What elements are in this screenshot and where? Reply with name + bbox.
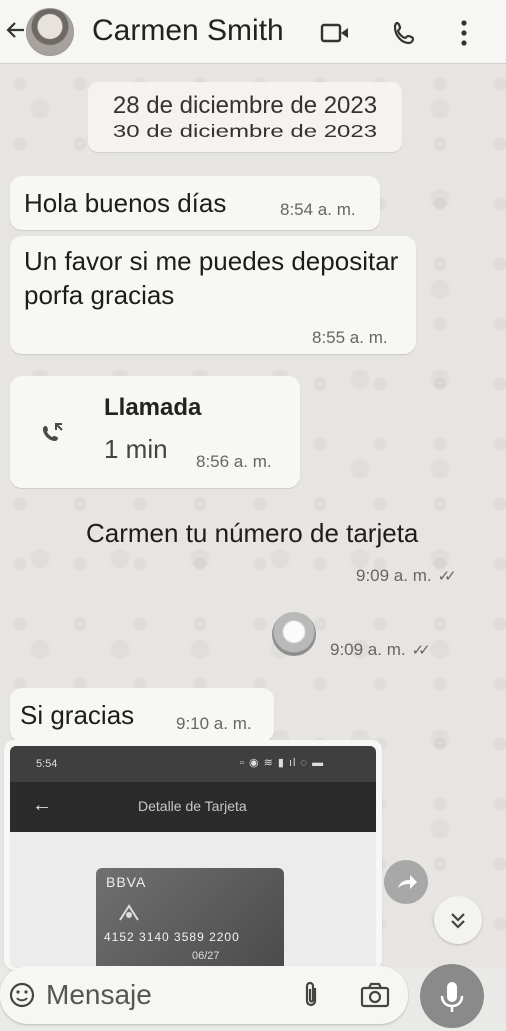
outgoing-message-text[interactable]: Carmen tu número de tarjeta [86, 518, 418, 549]
message-time: 8:56 a. m. [196, 452, 272, 471]
screenshot-back-icon: ← [32, 794, 52, 816]
message-text: Un favor si me puedes depositar porfa gr… [24, 246, 399, 310]
call-log-message[interactable]: Llamada 1 min 8:56 a. m. [10, 376, 300, 488]
message-time: 9:09 a. m. ✓✓ [330, 640, 431, 659]
screenshot-clock: 5:54 [36, 758, 58, 770]
status-icons: ▫ ◉ ≋ ▮ ıl ◌ ▬ [240, 757, 325, 769]
screenshot-status-bar: 5:54 ▫ ◉ ≋ ▮ ıl ◌ ▬ [10, 746, 376, 782]
card-brand: BBVA [106, 874, 147, 890]
bank-card: BBVA 4152 3140 3589 2200 06/27 [96, 868, 284, 968]
scroll-to-bottom-button[interactable] [434, 896, 482, 944]
paperclip-icon[interactable] [300, 980, 322, 1010]
date-label-ghost: 30 de diciembre de 2023 [112, 122, 378, 142]
more-options-icon[interactable] [458, 18, 470, 48]
screenshot-title: Detalle de Tarjeta [138, 798, 247, 814]
contact-name[interactable]: Carmen Smith [92, 14, 284, 48]
incoming-message[interactable]: Hola buenos días 8:54 a. m. [10, 176, 380, 230]
card-logo-icon [119, 904, 139, 921]
microphone-icon [440, 982, 464, 1012]
card-expiry: 06/27 [192, 950, 220, 962]
camera-icon[interactable] [360, 982, 390, 1008]
card-number: 4152 3140 3589 2200 [104, 930, 240, 944]
phone-icon[interactable] [392, 20, 418, 46]
chat-header: Carmen Smith [0, 0, 506, 64]
video-call-icon[interactable] [320, 22, 350, 44]
incoming-call-icon [43, 423, 63, 441]
screenshot-app-bar: ← Detalle de Tarjeta [10, 782, 376, 832]
incoming-message[interactable]: Un favor si me puedes depositar porfa gr… [10, 236, 416, 354]
message-time: 9:10 a. m. [176, 714, 252, 733]
back-arrow-icon[interactable] [4, 18, 28, 42]
message-text: Si gracias [20, 700, 135, 730]
message-composer [0, 966, 408, 1024]
message-time: 8:54 a. m. [280, 200, 356, 219]
incoming-message[interactable]: Si gracias 9:10 a. m. [10, 688, 274, 742]
voice-record-button[interactable] [420, 964, 484, 1028]
forward-icon [398, 875, 417, 889]
message-time: 9:09 a. m. ✓✓ [356, 566, 457, 585]
forward-button[interactable] [384, 860, 428, 904]
card-screenshot-image: 5:54 ▫ ◉ ≋ ▮ ıl ◌ ▬ ← Detalle de Tarjeta… [10, 746, 376, 968]
image-message[interactable]: 5:54 ▫ ◉ ≋ ▮ ıl ◌ ▬ ← Detalle de Tarjeta… [4, 740, 382, 970]
call-duration: 1 min [104, 434, 168, 464]
contact-avatar[interactable] [26, 8, 74, 56]
emoji-icon[interactable] [8, 981, 36, 1009]
message-time: 8:55 a. m. [312, 328, 388, 347]
read-ticks-icon: ✓✓ [411, 642, 431, 659]
emoji-message[interactable] [272, 612, 316, 656]
message-input[interactable] [46, 974, 266, 1016]
date-divider: 28 de diciembre de 2023 30 de diciembre … [88, 82, 402, 152]
double-chevron-down-icon [451, 913, 465, 929]
call-title: Llamada [104, 394, 202, 421]
message-text: Hola buenos días [24, 188, 227, 218]
date-label: 28 de diciembre de 2023 [112, 92, 378, 119]
read-ticks-icon: ✓✓ [437, 568, 457, 585]
